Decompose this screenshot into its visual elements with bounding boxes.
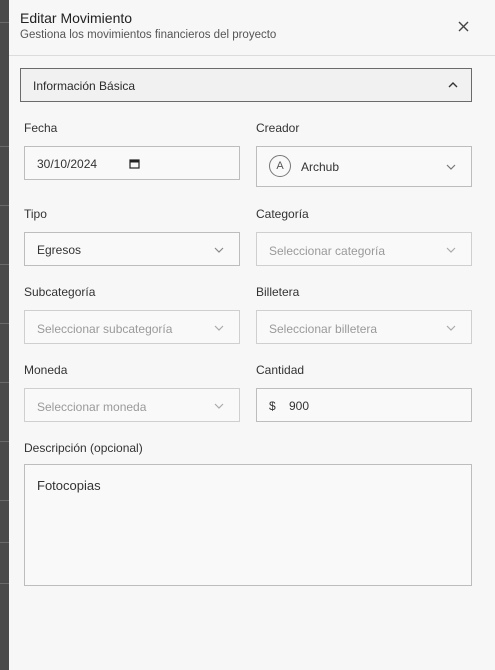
close-button[interactable] [453,16,473,36]
calendar-icon[interactable] [129,158,140,169]
fecha-value: 30/10/2024 [37,157,98,171]
billetera-placeholder: Seleccionar billetera [269,322,378,336]
cantidad-value: 900 [289,399,310,413]
tipo-label: Tipo [24,207,47,221]
dialog-title: Editar Movimiento [20,10,133,26]
fecha-date-input[interactable]: 30/10/2024 [24,146,240,180]
subcategoria-select[interactable]: Seleccionar subcategoría [24,310,240,344]
creador-label: Creador [256,121,300,135]
chevron-up-icon [448,82,458,88]
cantidad-label: Cantidad [256,363,305,377]
billetera-label: Billetera [256,285,300,299]
fecha-label: Fecha [24,121,58,135]
chevron-down-icon [446,325,456,331]
descripcion-label: Descripción (opcional) [24,441,143,455]
chevron-down-icon [214,325,224,331]
backdrop-overlay [0,0,9,670]
billetera-select[interactable]: Seleccionar billetera [256,310,472,344]
tipo-value: Egresos [37,243,82,257]
section-title: Información Básica [33,79,136,93]
creador-value: Archub [301,160,340,174]
edit-movement-dialog: Editar Movimiento Gestiona los movimient… [9,0,495,670]
creador-select[interactable]: A Archub [256,146,472,187]
categoria-select[interactable]: Seleccionar categoría [256,232,472,266]
cantidad-input[interactable]: $ 900 [256,388,472,422]
subcategoria-placeholder: Seleccionar subcategoría [37,322,173,336]
chevron-down-icon [446,247,456,253]
chevron-down-icon [214,247,224,253]
currency-symbol: $ [269,399,276,413]
descripcion-value: Fotocopias [37,478,101,493]
tipo-select[interactable]: Egresos [24,232,240,266]
moneda-label: Moneda [24,363,68,377]
descripcion-textarea[interactable]: Fotocopias [24,464,472,586]
dialog-header: Editar Movimiento Gestiona los movimient… [9,0,495,56]
subcategoria-label: Subcategoría [24,285,96,299]
chevron-down-icon [446,164,456,170]
categoria-placeholder: Seleccionar categoría [269,244,386,258]
avatar: A [269,155,291,177]
close-icon [458,21,468,31]
moneda-placeholder: Seleccionar moneda [37,400,147,414]
section-toggle-informacion-basica[interactable]: Información Básica [20,68,472,102]
categoria-label: Categoría [256,207,309,221]
dialog-subtitle: Gestiona los movimientos financieros del… [20,29,277,41]
chevron-down-icon [214,403,224,409]
moneda-select[interactable]: Seleccionar moneda [24,388,240,422]
